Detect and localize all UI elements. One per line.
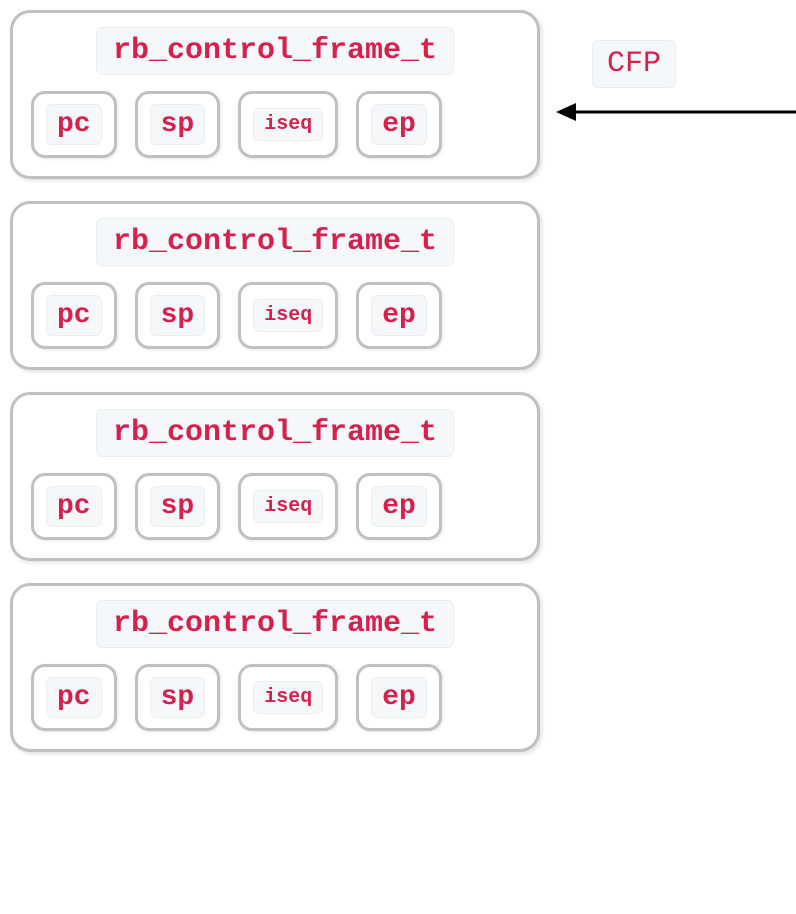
field-label: pc xyxy=(46,677,102,718)
frame-title: rb_control_frame_t xyxy=(96,409,454,457)
field-pc: pc xyxy=(31,473,117,540)
field-label: iseq xyxy=(253,108,323,141)
field-iseq: iseq xyxy=(238,664,338,731)
control-frame-stack-diagram: CFP rb_control_frame_t pc sp iseq ep rb_… xyxy=(10,10,786,752)
field-label: ep xyxy=(371,295,427,336)
field-label: sp xyxy=(150,295,206,336)
field-row: pc sp iseq ep xyxy=(31,282,519,349)
field-label: pc xyxy=(46,295,102,336)
frame-title: rb_control_frame_t xyxy=(96,218,454,266)
field-label: iseq xyxy=(253,299,323,332)
control-frame: rb_control_frame_t pc sp iseq ep xyxy=(10,10,540,179)
field-ep: ep xyxy=(356,282,442,349)
field-row: pc sp iseq ep xyxy=(31,473,519,540)
arrow-left-icon xyxy=(556,100,796,124)
field-iseq: iseq xyxy=(238,473,338,540)
field-sp: sp xyxy=(135,282,221,349)
frame-title: rb_control_frame_t xyxy=(96,27,454,75)
field-label: iseq xyxy=(253,490,323,523)
field-sp: sp xyxy=(135,91,221,158)
field-pc: pc xyxy=(31,664,117,731)
field-sp: sp xyxy=(135,473,221,540)
field-iseq: iseq xyxy=(238,282,338,349)
field-row: pc sp iseq ep xyxy=(31,664,519,731)
field-label: ep xyxy=(371,486,427,527)
field-label: ep xyxy=(371,104,427,145)
field-label: sp xyxy=(150,486,206,527)
field-label: sp xyxy=(150,104,206,145)
control-frame: rb_control_frame_t pc sp iseq ep xyxy=(10,583,540,752)
field-row: pc sp iseq ep xyxy=(31,91,519,158)
field-sp: sp xyxy=(135,664,221,731)
field-ep: ep xyxy=(356,91,442,158)
frame-title: rb_control_frame_t xyxy=(96,600,454,648)
field-ep: ep xyxy=(356,664,442,731)
cfp-label: CFP xyxy=(592,40,676,88)
field-ep: ep xyxy=(356,473,442,540)
field-pc: pc xyxy=(31,91,117,158)
field-label: pc xyxy=(46,486,102,527)
field-iseq: iseq xyxy=(238,91,338,158)
field-label: iseq xyxy=(253,681,323,714)
field-label: ep xyxy=(371,677,427,718)
cfp-pointer: CFP xyxy=(556,66,796,146)
field-label: pc xyxy=(46,104,102,145)
control-frame: rb_control_frame_t pc sp iseq ep xyxy=(10,392,540,561)
control-frame: rb_control_frame_t pc sp iseq ep xyxy=(10,201,540,370)
field-label: sp xyxy=(150,677,206,718)
field-pc: pc xyxy=(31,282,117,349)
